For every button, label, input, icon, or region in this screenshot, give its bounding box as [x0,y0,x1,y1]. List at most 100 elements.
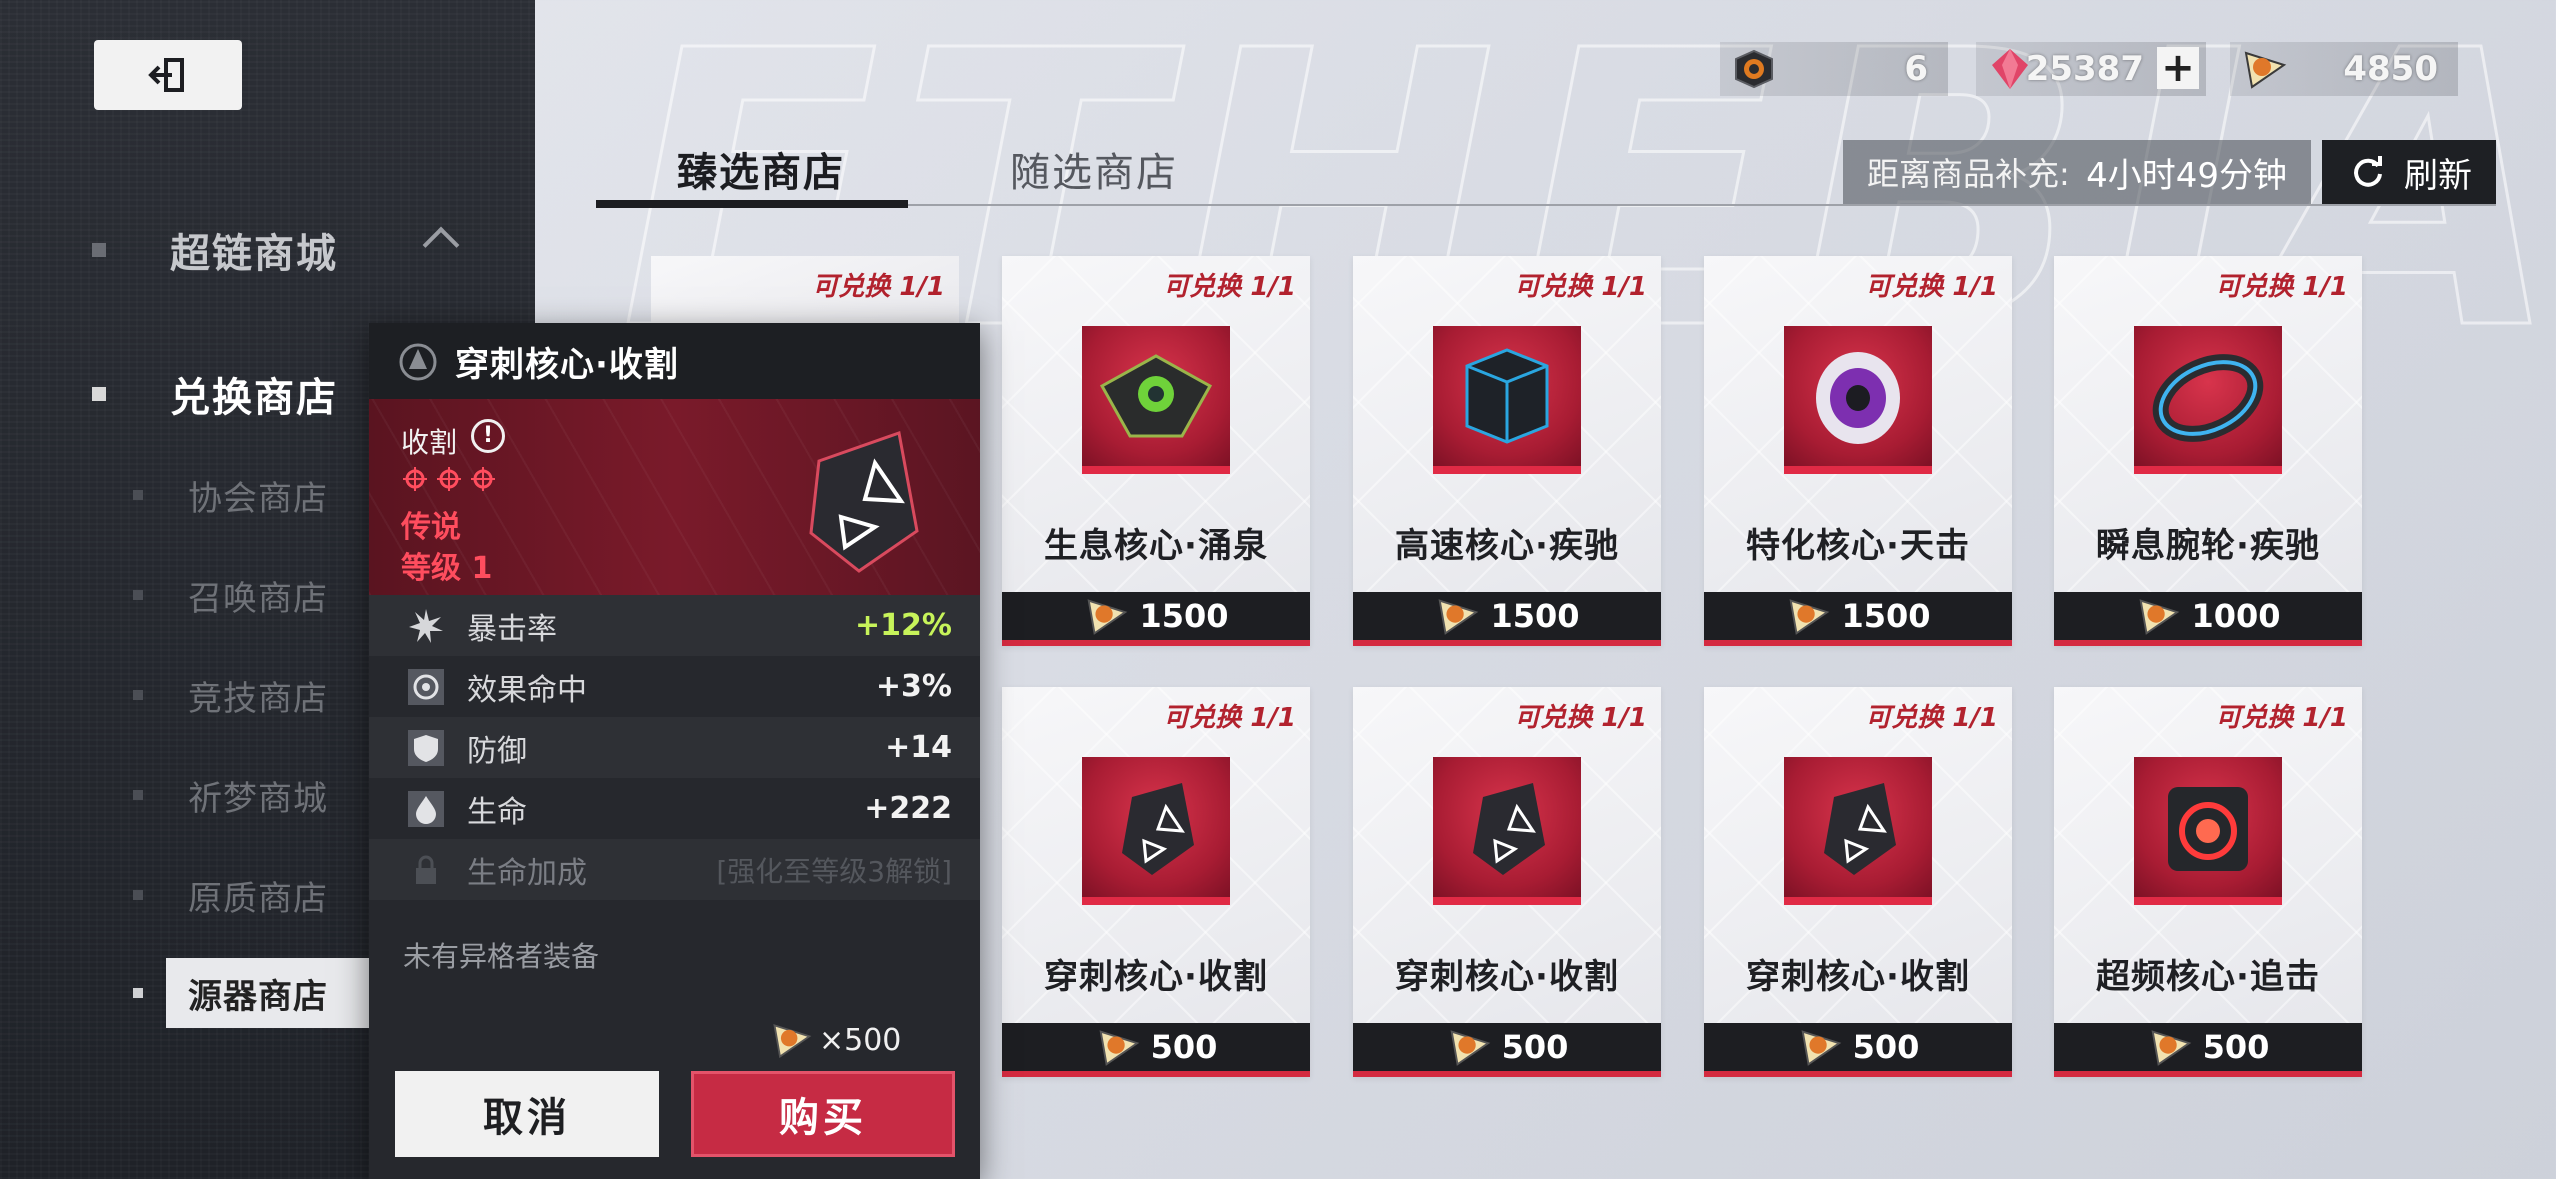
currency-ticket: 6 [1720,42,1948,96]
piercing-core-icon [809,431,919,573]
coin-icon [2151,1030,2191,1066]
stat-value: +3% [875,669,952,704]
item-name: 高速核心·疾驰 [1395,526,1619,566]
stat-value: +222 [864,791,952,826]
stock-label: 可兑换 1/1 [1163,703,1296,733]
item-image [1784,326,1932,474]
sidebar-item-label: 协会商店 [188,478,328,519]
item-card[interactable]: 可兑换 1/1 穿刺核心·收割 500 [1353,687,1661,1077]
item-image [1433,757,1581,905]
stock-label: 可兑换 1/1 [1163,272,1296,302]
price-bar: 1000 [2054,592,2362,646]
purchase-cost: ×500 [769,1018,901,1062]
sidebar-item-label: 源器商店 [188,976,328,1017]
nav-group-hyperlink-mall[interactable]: 超链商城 [0,220,535,280]
item-card[interactable]: 可兑换 1/1 生息核心·涌泉 1500 [1002,256,1310,646]
tab-random-shop[interactable]: 随选商店 [1010,140,1178,198]
item-name: 特化核心·天击 [1746,526,1970,566]
stat-row-hp-bonus-locked: 生命加成 [强化至等级3解锁] [369,839,980,900]
item-name: 穿刺核心·收割 [1395,957,1619,997]
stat-value: +12% [855,608,952,643]
piercing-core-icon [1122,783,1194,875]
item-price: 500 [1150,1028,1218,1066]
wrist-ring-icon [2152,354,2264,442]
currency-value: 25387 [2025,49,2144,89]
stat-name: 防御 [467,733,527,769]
rarity-label: 传说 [401,510,461,545]
cancel-button[interactable]: 取消 [395,1071,659,1157]
item-image [2134,326,2282,474]
coin-icon [1099,1030,1139,1066]
currency-value: 6 [1904,49,1928,89]
item-price: 500 [1852,1028,1920,1066]
item-image [1784,757,1932,905]
stock-label: 可兑换 1/1 [1865,703,1998,733]
price-bar: 500 [1002,1023,1310,1077]
active-tab-indicator [596,200,908,208]
item-name: 穿刺核心·收割 [1044,957,1268,997]
level-label: 等级 1 [401,551,493,586]
coin-icon [1790,599,1830,635]
item-card[interactable]: 可兑换 1/1 穿刺核心·收割 500 [1002,687,1310,1077]
ticket-token-icon [1735,49,1773,89]
item-image [1433,326,1581,474]
item-price: 1500 [1841,597,1931,635]
info-icon[interactable]: ! [471,419,505,453]
coin-icon [1088,599,1128,635]
set-name: 收割 [401,426,458,459]
restock-label: 距离商品补充: [1867,155,2070,193]
stock-label: 可兑换 1/1 [2215,703,2348,733]
shield-icon [408,729,444,766]
item-card[interactable]: 可兑换 1/1 穿刺核心·收割 500 [1704,687,2012,1077]
stat-unlock-hint: [强化至等级3解锁] [716,854,952,888]
tab-featured-shop[interactable]: 臻选商店 [677,140,845,198]
item-card-hidden[interactable]: 可兑换 1/1 [651,256,959,326]
exit-button[interactable] [94,40,242,110]
item-price: 500 [2202,1028,2270,1066]
core-green-icon [1099,354,1213,438]
target-star-icon [437,467,461,491]
popup-title: 穿刺核心·收割 [455,344,679,385]
stock-label: 可兑换 1/1 [1514,272,1647,302]
nav-dot [133,988,143,998]
sidebar-item-label: 祈梦商城 [188,778,328,819]
restock-time: 4小时49分钟 [2086,155,2287,196]
rating-stars [401,465,497,493]
coin-icon [1439,599,1479,635]
core-purple-icon [1816,352,1900,444]
item-price: 1500 [1490,597,1580,635]
price-bar: 500 [2054,1023,2362,1077]
buy-button[interactable]: 购买 [691,1071,955,1157]
item-price: 1500 [1139,597,1229,635]
price-bar: 1500 [1704,592,2012,646]
item-name: 瞬息腕轮·疾驰 [2096,526,2320,566]
restock-timer: 距离商品补充: 4小时49分钟 [1843,140,2311,204]
item-card[interactable]: 可兑换 1/1 特化核心·天击 1500 [1704,256,2012,646]
sidebar-item-label: 竞技商店 [188,678,328,719]
item-detail-popup: 穿刺核心·收割 收割 ! 传说 等级 1 暴击率 +12% 效果命中 +3% 防… [369,323,980,1179]
item-card[interactable]: 可兑换 1/1 瞬息腕轮·疾驰 1000 [2054,256,2362,646]
refresh-button[interactable]: 刷新 [2322,140,2496,204]
currency-value: 4850 [2343,49,2438,89]
coin-icon [2244,51,2287,89]
stat-row-hp: 生命 +222 [369,778,980,839]
droplet-icon [408,790,444,827]
coin-icon [1801,1030,1841,1066]
stat-name: 暴击率 [467,611,557,647]
nav-dot [92,243,106,257]
currency-coin: 4850 [2230,42,2458,96]
item-image [1082,326,1230,474]
nav-dot [133,590,143,600]
price-bar: 1500 [1353,592,1661,646]
item-card[interactable]: 可兑换 1/1 超频核心·追击 500 [2054,687,2362,1077]
piercing-core-icon [1824,783,1896,875]
stat-row-defense: 防御 +14 [369,717,980,778]
add-crystal-button[interactable]: + [2157,45,2199,91]
stock-label: 可兑换 1/1 [2215,272,2348,302]
nav-dot [133,690,143,700]
core-cube-blue-icon [1465,348,1549,444]
nav-dot [133,790,143,800]
item-name: 超频核心·追击 [2096,957,2320,997]
item-card[interactable]: 可兑换 1/1 高速核心·疾驰 1500 [1353,256,1661,646]
price-bar: 1500 [1002,592,1310,646]
